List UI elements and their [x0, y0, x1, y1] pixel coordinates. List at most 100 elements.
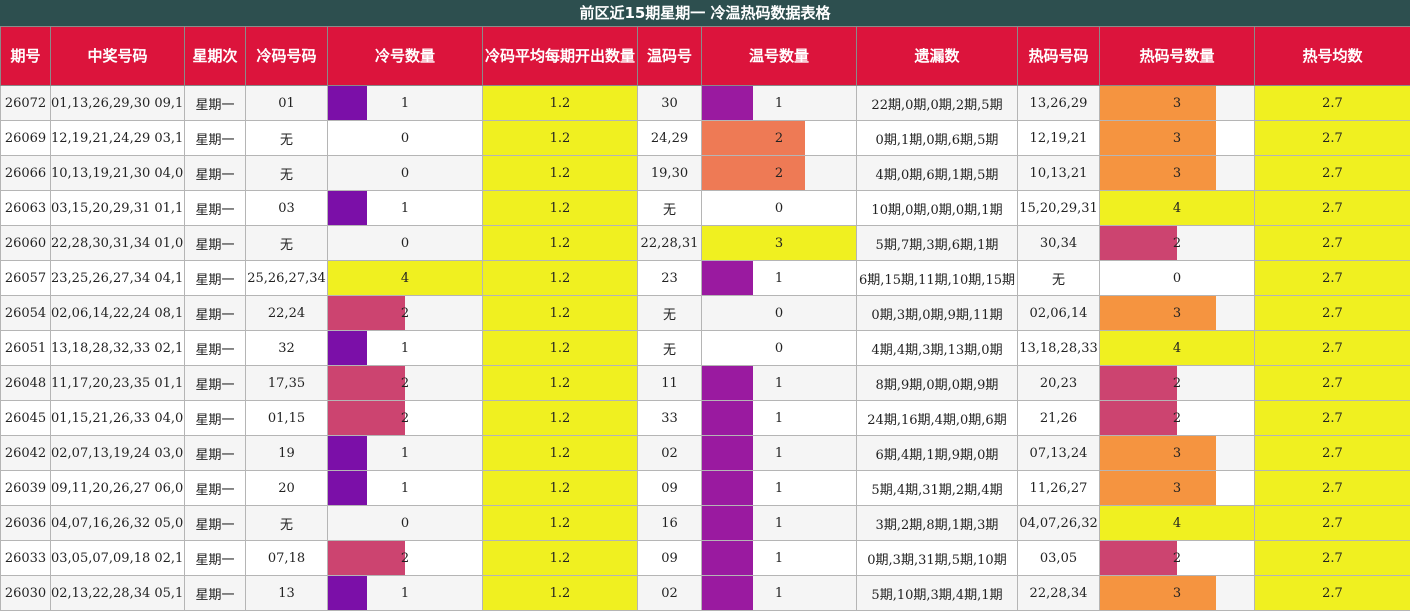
table-body: 2607201,13,26,29,30 09,11星期一0111.230122期…: [1, 86, 1410, 611]
cell-cold-count-value: 1: [401, 586, 409, 601]
cell-warm-count-value: 0: [775, 341, 783, 356]
cell-period: 26042: [1, 436, 51, 471]
cell-cold-count-bar: [328, 296, 405, 330]
header-numbers: 中奖号码: [51, 27, 185, 86]
cell-warm-codes: 02: [638, 436, 702, 471]
cell-cold-count: 1: [328, 86, 483, 121]
cell-hot-avg: 2.7: [1255, 471, 1410, 506]
header-hot-count: 热码号数量: [1100, 27, 1255, 86]
cell-period: 26069: [1, 121, 51, 156]
cell-cold-count-value: 4: [401, 271, 409, 286]
cell-hot-count-value: 0: [1173, 271, 1181, 286]
cell-numbers: 01,15,21,26,33 04,07: [51, 401, 185, 436]
cell-warm-count-value: 1: [775, 271, 783, 286]
cell-warm-codes: 19,30: [638, 156, 702, 191]
cell-cold-count-value: 0: [401, 166, 409, 181]
cell-numbers: 02,13,22,28,34 05,12: [51, 576, 185, 611]
cell-warm-count: 0: [702, 296, 857, 331]
cell-cold-codes: 01,15: [246, 401, 328, 436]
cell-weekday: 星期一: [185, 191, 246, 226]
cell-cold-codes: 32: [246, 331, 328, 366]
cell-hot-avg: 2.7: [1255, 296, 1410, 331]
cell-hot-codes: 11,26,27: [1018, 471, 1100, 506]
cell-warm-count-value: 1: [775, 586, 783, 601]
cell-hot-avg: 2.7: [1255, 331, 1410, 366]
table-row: 2603909,11,20,26,27 06,09星期一2011.20915期,…: [1, 471, 1410, 506]
cell-hot-count-value: 3: [1173, 131, 1181, 146]
cell-missing: 6期,4期,1期,9期,0期: [857, 436, 1018, 471]
cell-hot-count: 2: [1100, 541, 1255, 576]
table-row: 2606610,13,19,21,30 04,05星期一无01.219,3024…: [1, 156, 1410, 191]
cell-warm-count-bar: [702, 576, 753, 610]
cell-weekday: 星期一: [185, 471, 246, 506]
cell-hot-count: 3: [1100, 471, 1255, 506]
header-row: 期号 中奖号码 星期次 冷码号码 冷号数量 冷码平均每期开出数量 温码号 温号数…: [1, 27, 1410, 86]
cell-hot-count-value: 4: [1173, 341, 1181, 356]
cell-hot-codes: 07,13,24: [1018, 436, 1100, 471]
cell-missing: 0期,3期,0期,9期,11期: [857, 296, 1018, 331]
cell-numbers: 22,28,30,31,34 01,05: [51, 226, 185, 261]
cell-warm-count: 1: [702, 436, 857, 471]
cell-warm-count: 1: [702, 366, 857, 401]
cell-warm-count: 2: [702, 156, 857, 191]
cell-warm-count: 1: [702, 86, 857, 121]
cell-hot-count: 2: [1100, 366, 1255, 401]
cell-cold-count-bar: [328, 331, 367, 365]
cell-weekday: 星期一: [185, 366, 246, 401]
cell-hot-codes: 03,05: [1018, 541, 1100, 576]
cell-numbers: 12,19,21,24,29 03,10: [51, 121, 185, 156]
cell-warm-count-value: 3: [775, 236, 783, 251]
cell-hot-count-value: 3: [1173, 166, 1181, 181]
table-row: 2607201,13,26,29,30 09,11星期一0111.230122期…: [1, 86, 1410, 121]
cell-warm-count: 1: [702, 261, 857, 296]
cell-cold-avg: 1.2: [483, 366, 638, 401]
cell-numbers: 03,15,20,29,31 01,12: [51, 191, 185, 226]
cell-cold-avg: 1.2: [483, 121, 638, 156]
cell-missing: 22期,0期,0期,2期,5期: [857, 86, 1018, 121]
cell-warm-codes: 无: [638, 296, 702, 331]
cell-cold-codes: 19: [246, 436, 328, 471]
cell-weekday: 星期一: [185, 296, 246, 331]
cell-hot-count-value: 3: [1173, 306, 1181, 321]
cell-cold-avg: 1.2: [483, 471, 638, 506]
cell-cold-count-bar: [328, 86, 367, 120]
cell-cold-avg: 1.2: [483, 541, 638, 576]
cell-hot-count: 4: [1100, 506, 1255, 541]
cell-hot-count-bar: [1100, 471, 1216, 505]
cell-warm-codes: 09: [638, 471, 702, 506]
cell-warm-codes: 02: [638, 576, 702, 611]
cell-cold-avg: 1.2: [483, 296, 638, 331]
cell-cold-codes: 01: [246, 86, 328, 121]
cell-hot-count: 3: [1100, 156, 1255, 191]
cell-missing: 0期,3期,31期,5期,10期: [857, 541, 1018, 576]
cell-hot-codes: 13,26,29: [1018, 86, 1100, 121]
cell-hot-count-value: 3: [1173, 446, 1181, 461]
cell-numbers: 09,11,20,26,27 06,09: [51, 471, 185, 506]
cell-cold-count: 1: [328, 331, 483, 366]
header-warm-count: 温号数量: [702, 27, 857, 86]
cell-cold-count: 4: [328, 261, 483, 296]
cell-warm-count: 1: [702, 506, 857, 541]
cell-hot-count-bar: [1100, 576, 1216, 610]
cell-hot-count: 2: [1100, 226, 1255, 261]
cell-hot-avg: 2.7: [1255, 541, 1410, 576]
table-row: 2606912,19,21,24,29 03,10星期一无01.224,2920…: [1, 121, 1410, 156]
cell-missing: 0期,1期,0期,6期,5期: [857, 121, 1018, 156]
cell-cold-codes: 无: [246, 121, 328, 156]
cell-weekday: 星期一: [185, 506, 246, 541]
cell-warm-count-value: 1: [775, 446, 783, 461]
cell-period: 26039: [1, 471, 51, 506]
cell-cold-codes: 无: [246, 506, 328, 541]
cell-missing: 4期,4期,3期,13期,0期: [857, 331, 1018, 366]
cell-hot-count: 0: [1100, 261, 1255, 296]
cell-cold-count-bar: [328, 436, 367, 470]
cell-cold-avg: 1.2: [483, 331, 638, 366]
cell-weekday: 星期一: [185, 401, 246, 436]
cell-hot-count: 3: [1100, 296, 1255, 331]
cell-warm-count-bar: [702, 506, 753, 540]
cell-warm-codes: 24,29: [638, 121, 702, 156]
cell-warm-count-bar: [702, 156, 805, 190]
cell-cold-count-value: 1: [401, 446, 409, 461]
cell-cold-avg: 1.2: [483, 226, 638, 261]
cell-missing: 4期,0期,6期,1期,5期: [857, 156, 1018, 191]
